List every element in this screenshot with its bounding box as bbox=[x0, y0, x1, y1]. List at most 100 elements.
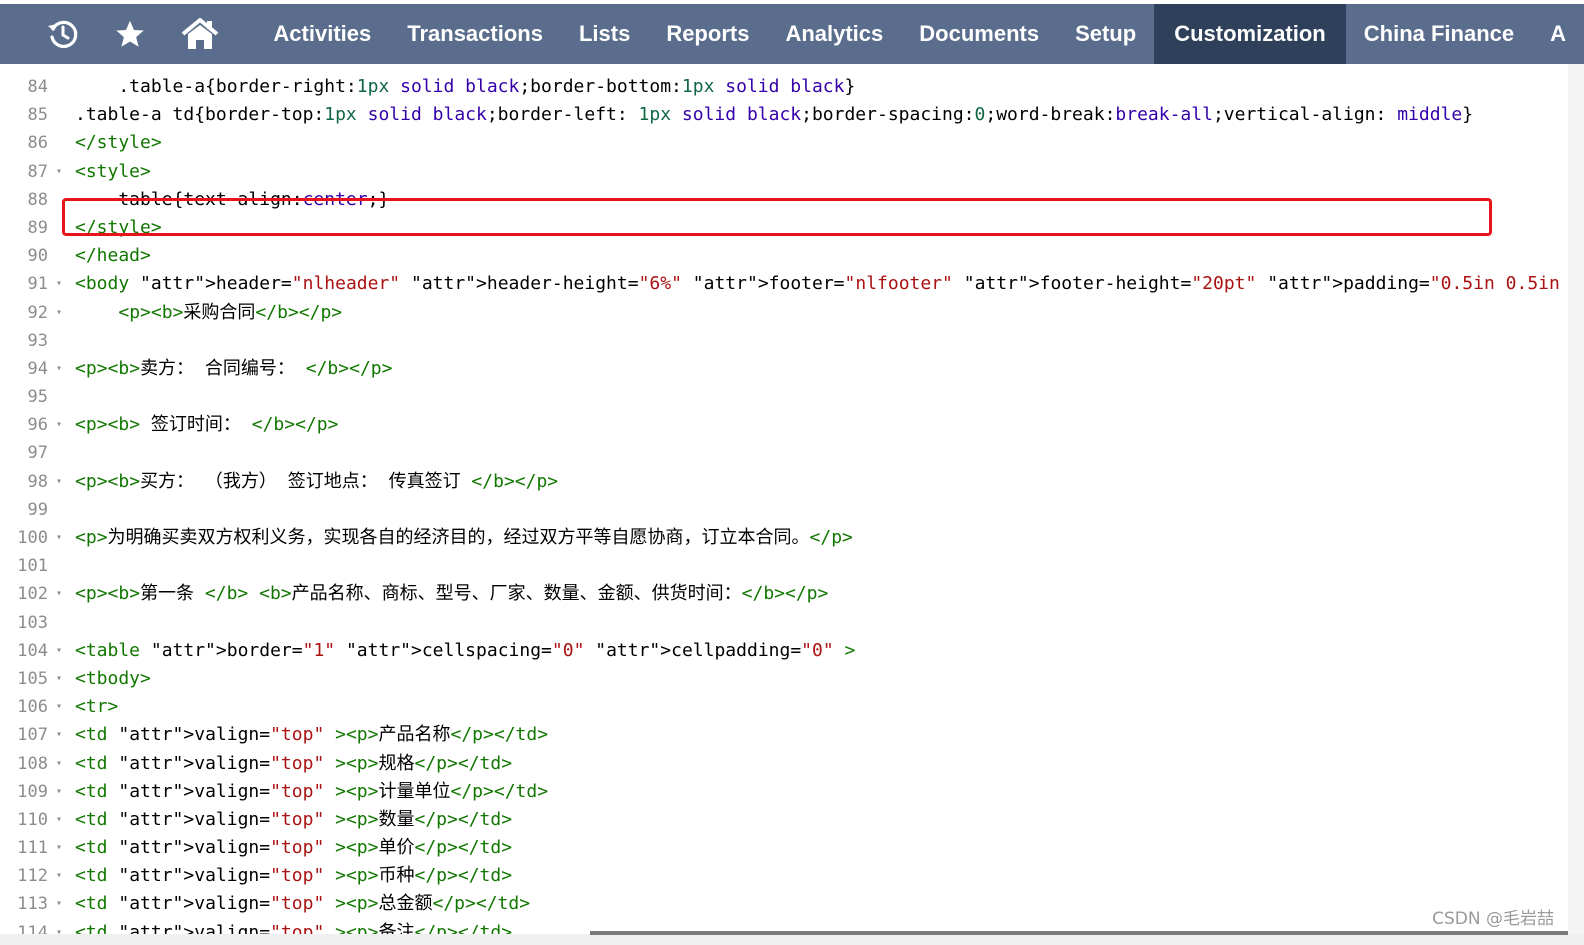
code-text: <style> bbox=[75, 160, 151, 182]
code-text: <body "attr">header="nlheader" "attr">he… bbox=[75, 273, 1560, 295]
fold-toggle-icon[interactable]: ▾ bbox=[56, 778, 66, 806]
fold-toggle-icon[interactable]: ▾ bbox=[56, 890, 66, 918]
fold-toggle-icon[interactable]: ▾ bbox=[56, 919, 66, 934]
code-line[interactable]: 85 .table-a td{border-top:1px solid black… bbox=[0, 101, 1568, 129]
code-text: </head> bbox=[75, 245, 151, 267]
home-icon[interactable] bbox=[145, 4, 256, 64]
line-number: 100 bbox=[17, 528, 48, 548]
code-text: .table-a{border-right:1px solid black;bo… bbox=[75, 76, 856, 97]
line-number: 98 bbox=[27, 471, 48, 492]
fold-toggle-icon[interactable]: ▾ bbox=[56, 468, 66, 496]
code-line[interactable]: 99 bbox=[0, 496, 1568, 524]
code-line[interactable]: 102 ▾ <p><b>第一条 </b> <b>产品名称、商标、型号、厂家、数量、金… bbox=[0, 580, 1568, 608]
fold-toggle-icon[interactable]: ▾ bbox=[56, 411, 66, 439]
nav-transactions[interactable]: Transactions bbox=[389, 4, 561, 64]
code-line[interactable]: 108 ▾ <td "attr">valign="top" ><p>规格</p></… bbox=[0, 750, 1568, 778]
code-line[interactable]: 86 </style> bbox=[0, 129, 1568, 157]
code-line[interactable]: 105 ▾ <tbody> bbox=[0, 665, 1568, 693]
code-line[interactable]: 113 ▾ <td "attr">valign="top" ><p>总金额</p><… bbox=[0, 890, 1568, 918]
code-line[interactable]: 106 ▾ <tr> bbox=[0, 693, 1568, 721]
fold-toggle-icon[interactable]: ▾ bbox=[56, 721, 66, 749]
fold-toggle-icon[interactable]: ▾ bbox=[56, 524, 66, 552]
nav-lists[interactable]: Lists bbox=[561, 4, 648, 64]
fold-toggle-icon[interactable]: ▾ bbox=[56, 355, 66, 383]
line-number: 102 bbox=[17, 584, 48, 605]
line-number: 99 bbox=[27, 499, 48, 520]
code-editor[interactable]: 84 .table-a{border-right:1px solid black… bbox=[0, 64, 1568, 934]
code-line[interactable]: 103 bbox=[0, 609, 1568, 637]
fold-toggle-icon[interactable]: ▾ bbox=[56, 158, 66, 186]
line-number: 95 bbox=[27, 387, 48, 408]
recent-history-icon[interactable] bbox=[0, 4, 115, 64]
code-line[interactable]: 87 ▾ <style> bbox=[0, 158, 1568, 186]
code-line[interactable]: 112 ▾ <td "attr">valign="top" ><p>币种</p></… bbox=[0, 862, 1568, 890]
code-line[interactable]: 104 ▾ <table "attr">border="1" "attr">cell… bbox=[0, 637, 1568, 665]
watermark: CSDN @毛岩喆 bbox=[1432, 909, 1554, 929]
code-line[interactable]: 91 ▾ <body "attr">header="nlheader" "attr"… bbox=[0, 270, 1568, 298]
line-number: 96 bbox=[27, 415, 48, 436]
code-line[interactable]: 100 ▾ <p>为明确买卖双方权利义务，实现各自的经济目的，经过双方平等自愿协商，… bbox=[0, 524, 1568, 552]
code-text: <p>为明确买卖双方权利义务，实现各自的经济目的，经过双方平等自愿协商，订立本合… bbox=[75, 527, 853, 548]
line-number: 87 bbox=[27, 161, 48, 182]
code-line[interactable]: 96 ▾ <p><b> 签订时间： </b></p> bbox=[0, 411, 1568, 439]
code-text: <td "attr">valign="top" ><p>计量单位</p></td… bbox=[75, 780, 549, 802]
code-text: <p><b> 签订时间： </b></p> bbox=[75, 414, 339, 436]
favorites-star-icon[interactable] bbox=[115, 4, 145, 64]
line-number: 90 bbox=[27, 246, 48, 267]
code-line[interactable]: 109 ▾ <td "attr">valign="top" ><p>计量单位</p>… bbox=[0, 778, 1568, 806]
fold-toggle-icon[interactable]: ▾ bbox=[56, 637, 66, 665]
fold-toggle-icon[interactable]: ▾ bbox=[56, 270, 66, 298]
code-line[interactable]: 110 ▾ <td "attr">valign="top" ><p>数量</p></… bbox=[0, 806, 1568, 834]
nav-customization[interactable]: Customization bbox=[1154, 4, 1346, 64]
fold-toggle-icon[interactable]: ▾ bbox=[56, 580, 66, 608]
code-line[interactable]: 97 bbox=[0, 439, 1568, 467]
line-number: 94 bbox=[27, 358, 48, 379]
code-text: </style> bbox=[75, 216, 162, 238]
fold-toggle-icon[interactable]: ▾ bbox=[56, 750, 66, 778]
line-number: 84 bbox=[27, 77, 48, 97]
code-line[interactable]: 111 ▾ <td "attr">valign="top" ><p>单价</p></… bbox=[0, 834, 1568, 862]
nav-activities[interactable]: Activities bbox=[255, 4, 389, 64]
code-text: <p><b>采购合同</b></p> bbox=[118, 301, 343, 323]
nav-setup[interactable]: Setup bbox=[1057, 4, 1154, 64]
fold-toggle-icon[interactable]: ▾ bbox=[56, 862, 66, 890]
fold-toggle-icon[interactable]: ▾ bbox=[56, 834, 66, 862]
code-line[interactable]: 92 ▾ <p><b>采购合同</b></p> bbox=[0, 299, 1568, 327]
nav-china-finance[interactable]: China Finance bbox=[1346, 4, 1532, 64]
line-number: 103 bbox=[17, 612, 48, 633]
vertical-scrollbar[interactable] bbox=[1568, 64, 1584, 934]
code-text: <td "attr">valign="top" ><p>产品名称</p></td… bbox=[75, 724, 549, 746]
nav-documents[interactable]: Documents bbox=[901, 4, 1057, 64]
code-line[interactable]: 107 ▾ <td "attr">valign="top" ><p>产品名称</p>… bbox=[0, 721, 1568, 749]
fold-toggle-icon[interactable]: ▾ bbox=[56, 693, 66, 721]
line-number: 105 bbox=[17, 668, 48, 689]
line-number: 107 bbox=[17, 725, 48, 746]
code-text: <td "attr">valign="top" ><p>总金额</p></td> bbox=[75, 893, 531, 915]
code-line[interactable]: 84 .table-a{border-right:1px solid black… bbox=[0, 73, 1568, 101]
code-line[interactable]: 98 ▾ <p><b>买方： （我方） 签订地点： 传真签订 </b></p> bbox=[0, 468, 1568, 496]
code-text: <p><b>买方： （我方） 签订地点： 传真签订 </b></p> bbox=[75, 470, 559, 492]
fold-toggle-icon[interactable]: ▾ bbox=[56, 806, 66, 834]
code-line[interactable]: 101 bbox=[0, 552, 1568, 580]
nav-reports[interactable]: Reports bbox=[648, 4, 767, 64]
code-line[interactable]: 88 table{text-align:center;} bbox=[0, 186, 1568, 214]
horizontal-scrollbar-thumb[interactable] bbox=[590, 931, 1568, 935]
code-line[interactable]: 93 bbox=[0, 327, 1568, 355]
fold-toggle-icon[interactable]: ▾ bbox=[56, 665, 66, 693]
code-line[interactable]: 95 bbox=[0, 383, 1568, 411]
line-number: 97 bbox=[27, 443, 48, 464]
line-number: 93 bbox=[27, 330, 48, 351]
code-line[interactable]: 89 </style> bbox=[0, 214, 1568, 242]
line-number: 89 bbox=[27, 217, 48, 238]
code-line[interactable]: 90 </head> bbox=[0, 242, 1568, 270]
line-number: 104 bbox=[17, 640, 48, 661]
horizontal-scrollbar-track[interactable] bbox=[0, 934, 1584, 945]
code-line[interactable]: 94 ▾ <p><b>卖方： 合同编号： </b></p> bbox=[0, 355, 1568, 383]
line-number: 114 bbox=[17, 922, 48, 934]
code-text: <tr> bbox=[75, 696, 119, 718]
line-number: 101 bbox=[17, 556, 48, 577]
code-text: <td "attr">valign="top" ><p>币种</p></td> bbox=[75, 865, 513, 887]
fold-toggle-icon[interactable]: ▾ bbox=[56, 299, 66, 327]
nav-overflow-item[interactable]: A bbox=[1532, 4, 1584, 64]
nav-analytics[interactable]: Analytics bbox=[767, 4, 901, 64]
